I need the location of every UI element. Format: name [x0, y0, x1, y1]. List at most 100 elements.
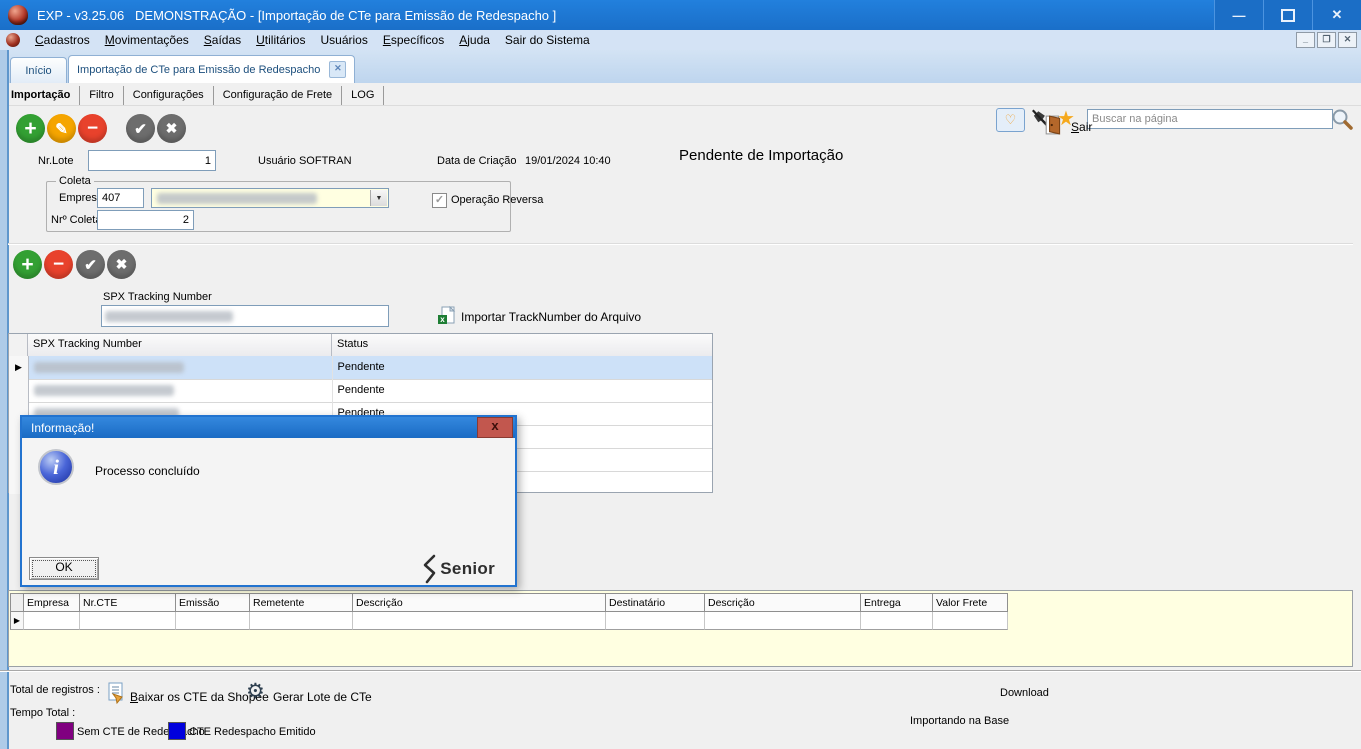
section-divider	[8, 243, 1353, 245]
empresa-code-input[interactable]	[97, 188, 144, 208]
gerar-lote-cte-button[interactable]: Gerar Lote de CTe	[273, 690, 372, 704]
cancel-tracking-button[interactable]: ✖	[107, 250, 136, 279]
exit-door-icon[interactable]	[1044, 115, 1064, 135]
add-tracking-button[interactable]: +	[13, 250, 42, 279]
dialog-message: Processo concluído	[95, 464, 200, 478]
legend-swatch-sem-cte	[56, 722, 74, 740]
status-cell: Pendente	[333, 356, 712, 379]
spx-tracking-input[interactable]	[101, 305, 389, 327]
cancel-lote-button[interactable]: ✖	[157, 114, 186, 143]
col-destinatario: Destinatário	[606, 593, 705, 612]
col-empresa: Empresa	[24, 593, 80, 612]
ok-button[interactable]: OK	[29, 557, 99, 580]
minimize-button[interactable]: —	[1214, 0, 1263, 30]
confirm-lote-button[interactable]: ✔	[126, 114, 155, 143]
subtab-configuracoes[interactable]: Configurações	[124, 86, 214, 105]
search-icon[interactable]	[1330, 107, 1354, 131]
col-remetente: Remetente	[250, 593, 353, 612]
col-spx-tracking: SPX Tracking Number	[28, 334, 332, 356]
senior-logo: Senior	[422, 554, 495, 584]
senior-logo-text: Senior	[440, 559, 495, 579]
tab-close-icon[interactable]: ✕	[329, 61, 346, 78]
menu-usuarios[interactable]: Usuários	[320, 33, 367, 47]
gear-icon[interactable]: ⚙	[246, 679, 265, 704]
favorites-button[interactable]: ♡	[996, 108, 1025, 132]
download-document-icon[interactable]	[105, 682, 127, 704]
menu-saidas[interactable]: Saídas	[204, 33, 241, 47]
col-entrega: Entrega	[861, 593, 933, 612]
tempo-total-label: Tempo Total :	[10, 707, 75, 719]
information-dialog: Informação! x i Processo concluído OK Se…	[20, 415, 517, 587]
mdi-restore-button[interactable]: ❐	[1317, 32, 1336, 48]
minimize-icon: —	[1233, 8, 1246, 23]
nr-coleta-input[interactable]	[97, 210, 194, 230]
status-cell: Pendente	[333, 379, 712, 402]
menu-utilitarios[interactable]: Utilitários	[256, 33, 305, 47]
dialog-body: i Processo concluído OK Senior	[22, 438, 515, 584]
tab-importacao-cte[interactable]: Importação de CTe para Emissão de Redesp…	[68, 55, 355, 83]
tab-inicio[interactable]: Início	[10, 57, 67, 83]
usuario-label: Usuário SOFTRAN	[258, 155, 352, 167]
col-valor-frete: Valor Frete	[933, 593, 1008, 612]
legend-swatch-emitido	[168, 722, 186, 740]
exit-button[interactable]: Sair	[1071, 120, 1092, 134]
importando-base-label: Importando na Base	[910, 715, 1009, 727]
import-tracknumber-button[interactable]: Importar TrackNumber do Arquivo	[461, 310, 641, 324]
data-criacao-label: Data de Criação	[437, 155, 517, 167]
delete-tracking-button[interactable]: −	[44, 250, 73, 279]
subtab-filtro[interactable]: Filtro	[80, 86, 123, 105]
window-title: EXP - v3.25.06 DEMONSTRAÇÃO - [Importaçã…	[37, 8, 556, 23]
excel-file-icon[interactable]: x	[437, 306, 456, 325]
cte-grid: Empresa Nr.CTE Emissão Remetente Descriç…	[8, 590, 1353, 667]
table-row[interactable]: Pendente	[9, 379, 712, 403]
menu-movimentacoes[interactable]: Movimentações	[105, 33, 189, 47]
menu-especificos[interactable]: Específicos	[383, 33, 444, 47]
data-criacao-value: 19/01/2024 10:40	[525, 155, 611, 167]
menu-cadastros[interactable]: Cadastros	[35, 33, 90, 47]
check-icon: ✔	[134, 120, 147, 138]
spx-tracking-label: SPX Tracking Number	[103, 291, 212, 303]
total-registros-label: Total de registros :	[10, 684, 100, 696]
subtab-importacao[interactable]: Importação	[2, 86, 80, 105]
dialog-title-bar: Informação! x	[22, 417, 515, 438]
application-window: EXP - v3.25.06 DEMONSTRAÇÃO - [Importaçã…	[0, 0, 1361, 749]
subtab-log[interactable]: LOG	[342, 86, 384, 105]
mdi-minimize-button[interactable]: _	[1296, 32, 1315, 48]
download-status-label: Download	[1000, 687, 1049, 699]
tab-bar: Início Importação de CTe para Emissão de…	[0, 50, 1361, 83]
edit-lote-button[interactable]: ✎	[47, 114, 76, 143]
combo-dropdown-icon[interactable]: ▼	[370, 190, 387, 206]
x-icon: ✖	[166, 120, 178, 137]
empresa-combobox[interactable]: ▼	[151, 188, 389, 208]
operacao-reversa-checkbox[interactable]: ✓	[432, 193, 447, 208]
title-bar: EXP - v3.25.06 DEMONSTRAÇÃO - [Importaçã…	[0, 0, 1361, 30]
mdi-close-button[interactable]: ✕	[1338, 32, 1357, 48]
redacted-empresa-name	[157, 193, 317, 204]
svg-text:x: x	[440, 315, 445, 324]
confirm-tracking-button[interactable]: ✔	[76, 250, 105, 279]
table-row[interactable]: ▶ Pendente	[9, 356, 712, 380]
menu-bar: Cadastros Movimentações Saídas Utilitári…	[0, 30, 1361, 51]
cte-grid-header: Empresa Nr.CTE Emissão Remetente Descriç…	[10, 593, 1008, 612]
nr-lote-input[interactable]	[88, 150, 216, 171]
footer-divider	[0, 670, 1361, 672]
minus-icon: −	[53, 254, 64, 276]
cte-grid-empty-row[interactable]: ▶	[10, 612, 1008, 630]
nr-lote-label: Nr.Lote	[38, 155, 73, 167]
add-lote-button[interactable]: +	[16, 114, 45, 143]
delete-lote-button[interactable]: −	[78, 114, 107, 143]
app-icon-small	[6, 33, 20, 47]
row-indicator-empty	[9, 379, 29, 402]
col-nr-cte: Nr.CTE	[80, 593, 176, 612]
operacao-reversa-label: Operação Reversa	[451, 194, 543, 206]
tab-importacao-label: Importação de CTe para Emissão de Redesp…	[77, 64, 320, 76]
redacted-tracking-number	[34, 385, 174, 396]
maximize-button[interactable]	[1263, 0, 1312, 30]
subtab-configuracao-frete[interactable]: Configuração de Frete	[214, 86, 342, 105]
menu-sair-do-sistema[interactable]: Sair do Sistema	[505, 33, 590, 47]
menu-ajuda[interactable]: Ajuda	[459, 33, 490, 47]
close-button[interactable]: ✕	[1312, 0, 1361, 30]
dialog-close-button[interactable]: x	[477, 417, 513, 438]
search-input[interactable]	[1087, 109, 1333, 129]
import-status-text: Pendente de Importação	[679, 147, 843, 164]
